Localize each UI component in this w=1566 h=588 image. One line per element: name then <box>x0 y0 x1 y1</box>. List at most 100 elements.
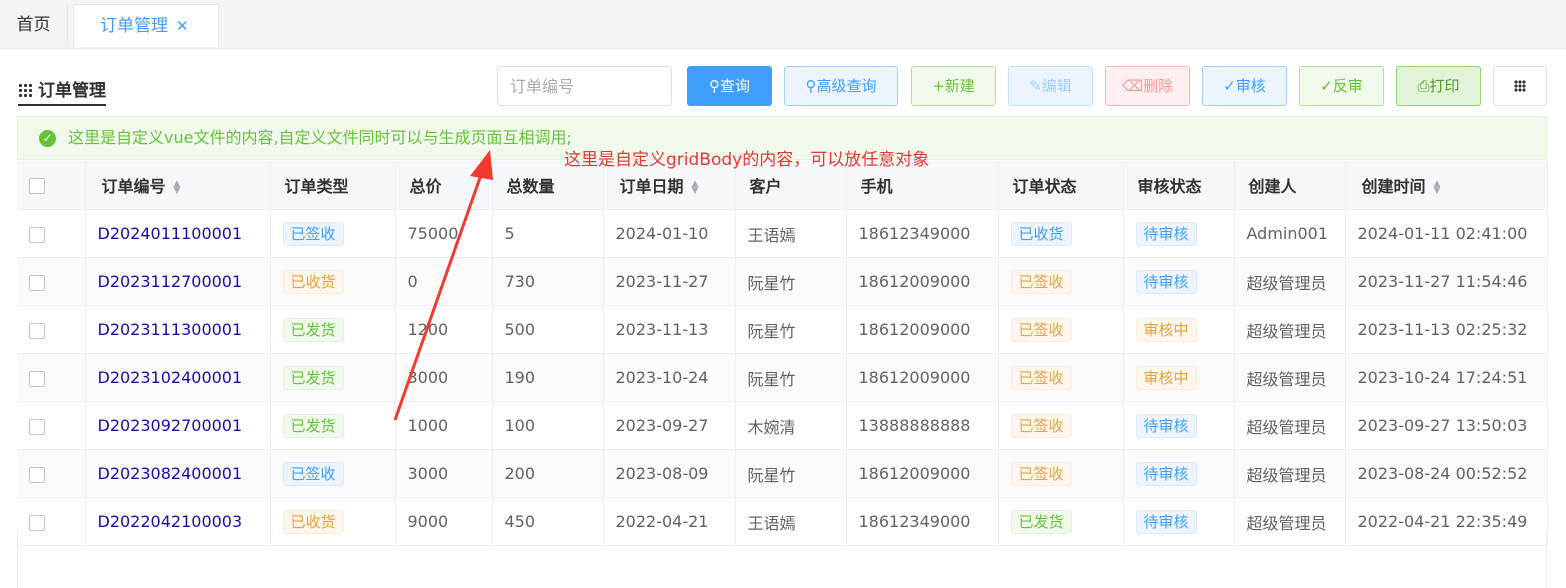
delete-button[interactable]: ⌫删除 <box>1105 66 1190 106</box>
cell-order-status: 已签收 <box>998 449 1124 498</box>
cell-customer: 阮星竹 <box>735 449 847 498</box>
audit-button[interactable]: ✓审核 <box>1202 66 1287 106</box>
print-label: 打印 <box>1429 77 1460 95</box>
column-settings-button[interactable] <box>1493 66 1547 106</box>
cell-order-no: D2023082400001 <box>85 449 271 498</box>
table-row[interactable]: D2023102400001 已发货 3000 190 2023-10-24 阮星竹 186… <box>17 353 1548 402</box>
sort-icon[interactable]: ▲ ▼ <box>692 179 699 195</box>
cell-audit-status: 待审核 <box>1123 449 1235 498</box>
gridbody-annotation: 这里是自定义gridBody的内容，可以放任意对象 <box>564 150 930 170</box>
cell-order-status: 已签收 <box>998 257 1124 306</box>
total-value: 0 <box>407 272 418 291</box>
col-header-label: 创建时间 <box>1361 177 1426 196</box>
table-row[interactable]: D2023111300001 已发货 1200 500 2023-11-13 阮星竹 186… <box>17 305 1548 354</box>
row-checkbox[interactable] <box>29 226 45 243</box>
query-button[interactable]: ⚲查询 <box>687 66 772 106</box>
created-time-value: 2023-11-27 11:54:46 <box>1357 272 1528 291</box>
customer-value: 王语嫣 <box>747 513 796 533</box>
row-checkbox[interactable] <box>29 274 45 291</box>
cell-checkbox <box>17 401 86 450</box>
total-value: 1200 <box>407 320 449 339</box>
order-no-link[interactable]: D2023111300001 <box>98 320 243 339</box>
order-no-link[interactable]: D2023092700001 <box>98 416 243 435</box>
tab-bar: 首页 订单管理 ✕ <box>0 0 1566 49</box>
row-checkbox[interactable] <box>29 466 45 483</box>
col-header-created-time[interactable]: 创建时间 ▲ ▼ <box>1345 161 1548 210</box>
creator-value: 超级管理员 <box>1246 417 1327 437</box>
created-time-value: 2023-10-24 17:24:51 <box>1357 368 1528 387</box>
order-no-link[interactable]: D2024011100001 <box>98 224 243 243</box>
created-time-value: 2023-09-27 13:50:03 <box>1357 416 1528 435</box>
advanced-query-button[interactable]: ⚲高级查询 <box>784 66 898 106</box>
cell-order-status: 已收货 <box>998 209 1124 258</box>
unaudit-label: 反审 <box>1332 77 1363 95</box>
new-button[interactable]: +新建 <box>911 66 996 106</box>
cell-qty: 100 <box>492 401 604 450</box>
cell-creator: 超级管理员 <box>1234 353 1346 402</box>
print-button[interactable]: ⎙打印 <box>1396 66 1481 106</box>
unaudit-button[interactable]: ✓反审 <box>1299 66 1384 106</box>
qty-value: 200 <box>504 464 536 483</box>
table-row[interactable]: D2024011100001 已签收 75000 5 2024-01-10 王语嫣 1861… <box>17 209 1548 258</box>
order-no-search-input[interactable] <box>497 66 672 106</box>
order-no-link[interactable]: D2023082400001 <box>98 464 243 483</box>
table-row[interactable]: D2023112700001 已收货 0 730 2023-11-27 阮星竹 186120… <box>17 257 1548 306</box>
col-header-label: 订单日期 <box>619 177 684 196</box>
qty-value: 730 <box>504 272 536 291</box>
order-status-tag: 已发货 <box>1010 509 1072 534</box>
tab-order-management[interactable]: 订单管理 ✕ <box>73 4 219 47</box>
new-label: 新建 <box>944 77 975 95</box>
advanced-query-label: 高级查询 <box>816 77 877 95</box>
cell-order-date: 2023-11-13 <box>603 305 736 354</box>
cell-order-type: 已发货 <box>270 401 396 450</box>
edit-icon: ✎ <box>1029 77 1042 95</box>
sort-icon[interactable]: ▲ ▼ <box>174 179 181 195</box>
tab-home[interactable]: 首页 <box>0 4 68 47</box>
order-no-link[interactable]: D2023112700001 <box>98 272 243 291</box>
cell-creator: Admin001 <box>1234 209 1346 258</box>
cell-created-time: 2023-08-24 00:52:52 <box>1345 449 1548 498</box>
table-row[interactable]: D2023092700001 已发货 1000 100 2023-09-27 木婉清 138… <box>17 401 1548 450</box>
order-no-link[interactable]: D2023102400001 <box>98 368 243 387</box>
customer-value: 阮星竹 <box>747 321 796 341</box>
order-status-tag: 已收货 <box>1010 221 1072 246</box>
audit-status-tag: 待审核 <box>1135 413 1197 438</box>
cell-order-no: D2023112700001 <box>85 257 271 306</box>
col-header-order-no[interactable]: 订单编号 ▲ ▼ <box>85 161 271 210</box>
audit-status-tag: 审核中 <box>1135 317 1197 342</box>
alert-text: 这里是自定义vue文件的内容,自定义文件同时可以与生成页面互相调用; <box>68 128 572 147</box>
cell-creator: 超级管理员 <box>1234 449 1346 498</box>
cell-created-time: 2023-11-27 11:54:46 <box>1345 257 1548 306</box>
order-no-link[interactable]: D2022042100003 <box>98 512 243 531</box>
select-all-checkbox[interactable] <box>29 178 45 194</box>
phone-value: 18612009000 <box>858 368 971 387</box>
cell-customer: 阮星竹 <box>735 305 847 354</box>
cell-qty: 5 <box>492 209 604 258</box>
cell-creator: 超级管理员 <box>1234 257 1346 306</box>
sort-icon[interactable]: ▲ ▼ <box>1434 179 1441 195</box>
cell-order-status: 已签收 <box>998 353 1124 402</box>
close-icon[interactable]: ✕ <box>176 17 189 35</box>
edit-button[interactable]: ✎编辑 <box>1008 66 1093 106</box>
cell-order-date: 2023-11-27 <box>603 257 736 306</box>
col-header-label: 创建人 <box>1248 177 1297 196</box>
order-date-value: 2023-09-27 <box>615 416 709 435</box>
qty-value: 500 <box>504 320 536 339</box>
row-checkbox[interactable] <box>29 418 45 435</box>
row-checkbox[interactable] <box>29 370 45 387</box>
row-checkbox[interactable] <box>29 514 45 531</box>
table-row[interactable]: D2023082400001 已签收 3000 200 2023-08-09 阮星竹 186… <box>17 449 1548 498</box>
plus-icon: + <box>932 77 945 95</box>
order-type-tag: 已收货 <box>282 269 344 294</box>
cell-customer: 王语嫣 <box>735 209 847 258</box>
col-header-label: 总数量 <box>506 177 555 196</box>
audit-status-tag: 待审核 <box>1135 269 1197 294</box>
cell-order-status: 已签收 <box>998 305 1124 354</box>
cell-phone: 13888888888 <box>846 401 999 450</box>
customer-value: 阮星竹 <box>747 465 796 485</box>
creator-value: 超级管理员 <box>1246 321 1327 341</box>
row-checkbox[interactable] <box>29 322 45 339</box>
order-type-tag: 已收货 <box>282 509 344 534</box>
cell-checkbox <box>17 449 86 498</box>
creator-value: 超级管理员 <box>1246 369 1327 389</box>
